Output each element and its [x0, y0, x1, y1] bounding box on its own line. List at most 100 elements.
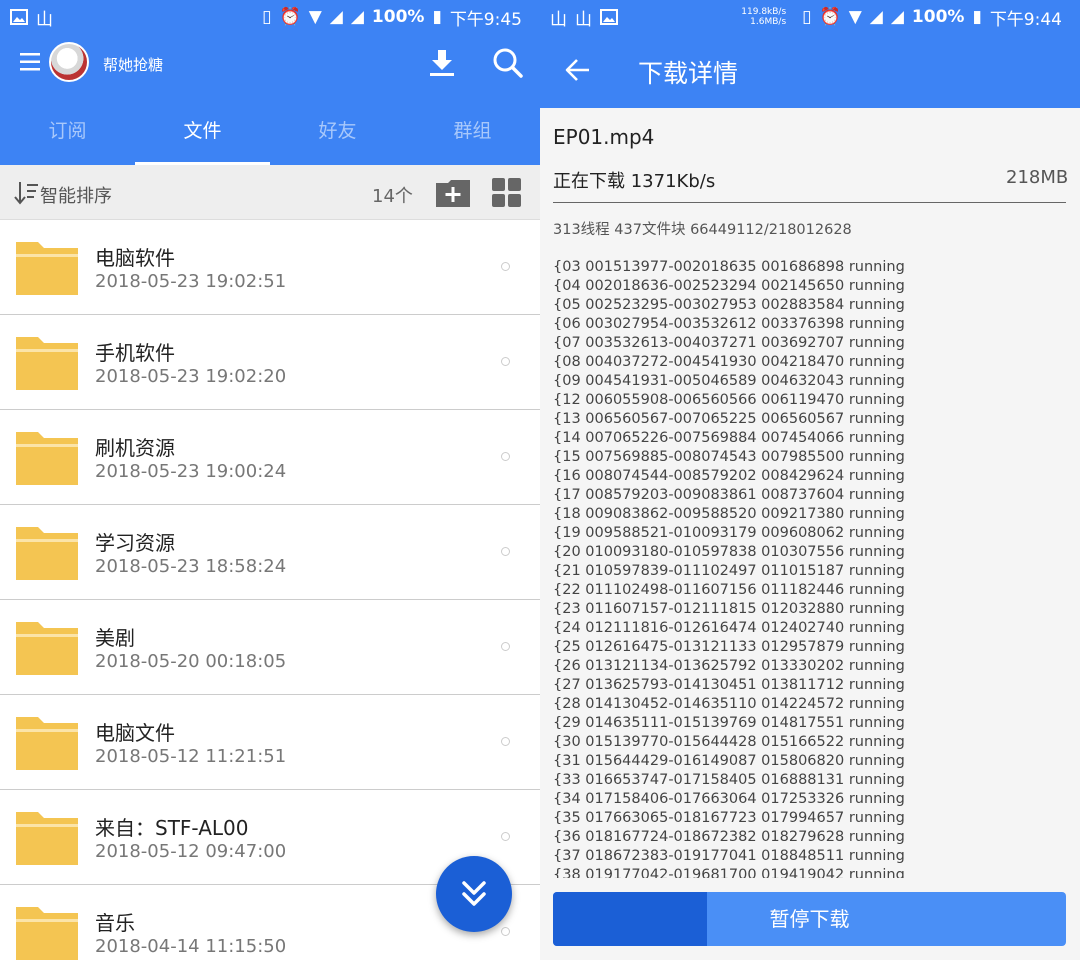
- log-line: {15 007569885-008074543 007985500 runnin…: [553, 449, 905, 465]
- log-line: {08 004037272-004541930 004218470 runnin…: [553, 354, 905, 370]
- alarm-icon: ⏰: [279, 7, 301, 27]
- status-bar: 山 ▯ ⏰ ▼ ◢ ◢ 100% ▮ 下午9:45: [0, 0, 540, 34]
- log-line: {31 015644429-016149087 015806820 runnin…: [553, 753, 905, 769]
- log-line: {25 012616475-013121133 012957879 runnin…: [553, 639, 905, 655]
- tab-friends[interactable]: 好友: [270, 100, 405, 165]
- list-item[interactable]: 学习资源 2018-05-23 18:58:24: [0, 505, 540, 600]
- select-radio[interactable]: [501, 547, 510, 556]
- item-count: 14个: [372, 186, 413, 207]
- battery-icon: ▮: [432, 7, 442, 27]
- file-date: 2018-05-20 00:18:05: [95, 651, 287, 672]
- vibrate-icon: ▯: [262, 7, 272, 27]
- app-icon: 山: [36, 9, 53, 30]
- file-name: 手机软件: [95, 341, 175, 365]
- double-chevron-down-icon: [462, 881, 486, 906]
- select-radio[interactable]: [501, 262, 510, 271]
- file-list: 电脑软件 2018-05-23 19:02:51 手机软件 2018-05-23…: [0, 220, 540, 960]
- folder-icon: [16, 717, 78, 770]
- back-arrow-icon[interactable]: [564, 56, 592, 84]
- log-line: {03 001513977-002018635 001686898 runnin…: [553, 259, 905, 275]
- log-line: {13 006560567-007065225 006560567 runnin…: [553, 411, 905, 427]
- page-title: 下载详情: [638, 59, 739, 88]
- file-name: EP01.mp4: [553, 125, 655, 149]
- folder-icon: [16, 907, 78, 960]
- log-line: {36 018167724-018672382 018279628 runnin…: [553, 829, 905, 845]
- file-name: 音乐: [95, 911, 135, 935]
- thread-log[interactable]: {03 001513977-002018635 001686898 runnin…: [553, 258, 1066, 878]
- log-line: {07 003532613-004037271 003692707 runnin…: [553, 335, 905, 351]
- file-size: 218MB: [1006, 167, 1069, 188]
- log-line: {09 004541931-005046589 004632043 runnin…: [553, 373, 905, 389]
- folder-icon: [16, 432, 78, 485]
- clock: 下午9:45: [449, 9, 522, 30]
- clock: 下午9:44: [989, 9, 1062, 30]
- status-bar: 山 山 119.8kB/s 1.6MB/s ▯ ⏰ ▼ ◢ ◢ 100% ▮ 下午…: [540, 0, 1080, 34]
- list-item[interactable]: 手机软件 2018-05-23 19:02:20: [0, 315, 540, 410]
- file-date: 2018-05-23 19:02:51: [95, 271, 287, 292]
- log-line: {16 008074544-008579202 008429624 runnin…: [553, 468, 905, 484]
- list-item[interactable]: 电脑软件 2018-05-23 19:02:51: [0, 220, 540, 315]
- tab-groups[interactable]: 群组: [405, 100, 540, 165]
- download-icon[interactable]: [427, 48, 457, 78]
- download-queue-button[interactable]: [436, 856, 512, 932]
- log-line: {20 010093180-010597838 010307556 runnin…: [553, 544, 905, 560]
- sort-label[interactable]: 智能排序: [40, 182, 112, 208]
- tab-bar: 订阅 文件 好友 群组: [0, 100, 540, 165]
- select-radio[interactable]: [501, 927, 510, 936]
- thread-summary: 313线程 437文件块 66449112/218012628: [553, 222, 852, 238]
- battery-icon: ▮: [972, 7, 982, 27]
- search-icon[interactable]: [492, 47, 524, 79]
- log-line: {12 006055908-006560566 006119470 runnin…: [553, 392, 905, 408]
- app-icon-2: 山: [575, 9, 592, 30]
- list-item[interactable]: 刷机资源 2018-05-23 19:00:24: [0, 410, 540, 505]
- log-line: {27 013625793-014130451 013811712 runnin…: [553, 677, 905, 693]
- signal-icon-2: ◢: [350, 7, 364, 27]
- select-radio[interactable]: [501, 642, 510, 651]
- signal-icon: ◢: [329, 7, 343, 27]
- tab-subscribe[interactable]: 订阅: [0, 100, 135, 165]
- menu-icon[interactable]: [20, 52, 42, 72]
- log-line: {38 019177042-019681700 019419042 runnin…: [553, 867, 905, 878]
- pause-download-button[interactable]: 暂停下载: [553, 892, 1066, 946]
- select-radio[interactable]: [501, 832, 510, 841]
- file-date: 2018-05-23 19:00:24: [95, 461, 287, 482]
- alarm-icon: ⏰: [819, 7, 841, 27]
- file-name: 电脑文件: [95, 721, 175, 745]
- select-radio[interactable]: [501, 357, 510, 366]
- battery-level: 100%: [911, 7, 965, 27]
- file-browser-screen: 山 ▯ ⏰ ▼ ◢ ◢ 100% ▮ 下午9:45 帮她抢糖 订阅 文件 好友 …: [0, 0, 540, 960]
- log-line: {24 012111816-012616474 012402740 runnin…: [553, 620, 905, 636]
- folder-icon: [16, 242, 78, 295]
- file-name: 来自：STF-AL00: [95, 816, 249, 840]
- sort-icon[interactable]: [14, 180, 40, 206]
- select-radio[interactable]: [501, 452, 510, 461]
- avatar[interactable]: [49, 42, 89, 82]
- net-down: 1.6MB/s: [750, 17, 787, 27]
- log-line: {21 010597839-011102497 011015187 runnin…: [553, 563, 905, 579]
- file-date: 2018-05-23 19:02:20: [95, 366, 287, 387]
- log-line: {19 009588521-010093179 009608062 runnin…: [553, 525, 905, 541]
- list-item[interactable]: 电脑文件 2018-05-12 11:21:51: [0, 695, 540, 790]
- file-date: 2018-05-12 09:47:00: [95, 841, 287, 862]
- signal-icon: ◢: [869, 7, 883, 27]
- download-speed: 正在下载 1371Kb/s: [553, 171, 716, 192]
- log-line: {17 008579203-009083861 008737604 runnin…: [553, 487, 905, 503]
- grid-view-icon[interactable]: [492, 178, 522, 208]
- new-folder-icon[interactable]: [436, 179, 470, 207]
- log-line: {18 009083862-009588520 009217380 runnin…: [553, 506, 905, 522]
- signal-icon-2: ◢: [890, 7, 904, 27]
- select-radio[interactable]: [501, 737, 510, 746]
- file-name: 美剧: [95, 626, 135, 650]
- log-line: {26 013121134-013625792 013330202 runnin…: [553, 658, 905, 674]
- log-line: {37 018672383-019177041 018848511 runnin…: [553, 848, 905, 864]
- log-line: {04 002018636-002523294 002145650 runnin…: [553, 278, 905, 294]
- log-line: {29 014635111-015139769 014817551 runnin…: [553, 715, 905, 731]
- log-line: {14 007065226-007569884 007454066 runnin…: [553, 430, 905, 446]
- file-name: 刷机资源: [95, 436, 175, 460]
- tab-files[interactable]: 文件: [135, 100, 270, 165]
- wifi-icon: ▼: [848, 7, 862, 27]
- vibrate-icon: ▯: [802, 7, 812, 27]
- user-name[interactable]: 帮她抢糖: [103, 54, 163, 75]
- file-date: 2018-05-12 11:21:51: [95, 746, 287, 767]
- list-item[interactable]: 美剧 2018-05-20 00:18:05: [0, 600, 540, 695]
